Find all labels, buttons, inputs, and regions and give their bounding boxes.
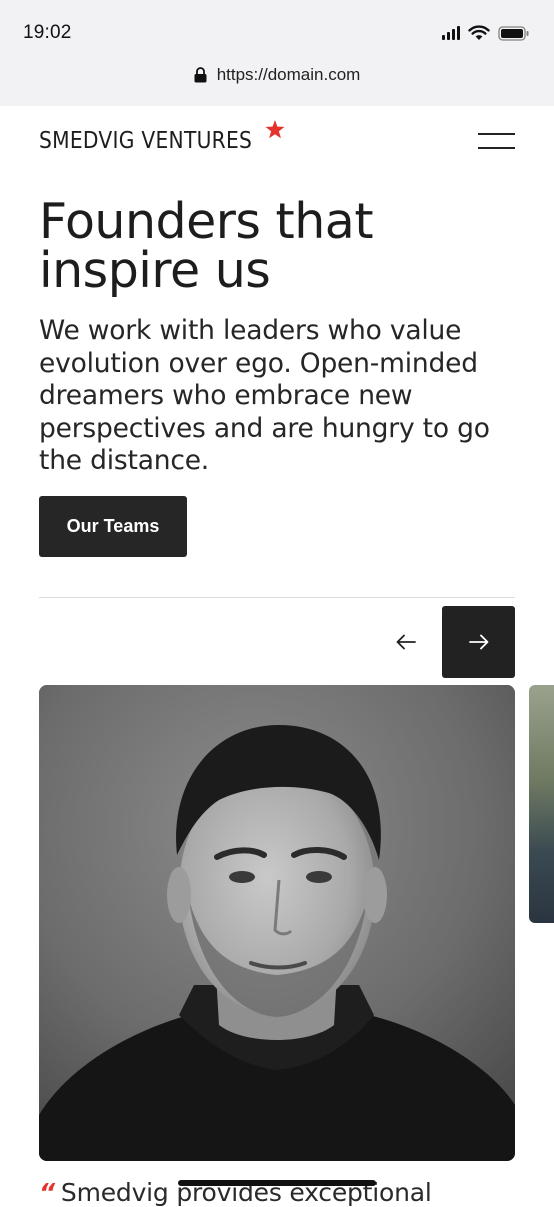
arrow-left-icon (396, 634, 416, 650)
wifi-icon (468, 25, 490, 40)
next-portrait-preview[interactable] (529, 685, 554, 923)
divider (39, 597, 515, 598)
quote-mark: “ (39, 1178, 55, 1207)
our-teams-button[interactable]: Our Teams (39, 496, 187, 557)
logo-text: SMEDVIG VENTURES (39, 128, 253, 154)
url-text: https://domain.com (216, 65, 361, 84)
status-time: 19:02 (23, 22, 72, 43)
logo[interactable]: SMEDVIG VENTURES (39, 120, 285, 154)
browser-chrome: 19:02 https://domain.com (0, 0, 554, 106)
hamburger-menu-icon[interactable] (478, 131, 515, 151)
hero-description: We work with leaders who value evolution… (39, 315, 490, 476)
carousel-next-button[interactable] (442, 606, 515, 678)
arrow-right-icon (468, 634, 488, 650)
page-title: Founders that inspire us (39, 193, 374, 299)
signal-icon (442, 26, 460, 40)
home-indicator (178, 1180, 376, 1186)
status-icons (442, 25, 530, 41)
star-icon (265, 120, 285, 139)
carousel-prev-button[interactable] (370, 606, 442, 678)
address-bar[interactable]: https://domain.com (0, 63, 554, 87)
battery-icon (498, 25, 529, 41)
lock-icon (194, 67, 207, 83)
founder-portrait[interactable] (39, 685, 515, 1161)
portrait-photo (39, 685, 515, 1161)
